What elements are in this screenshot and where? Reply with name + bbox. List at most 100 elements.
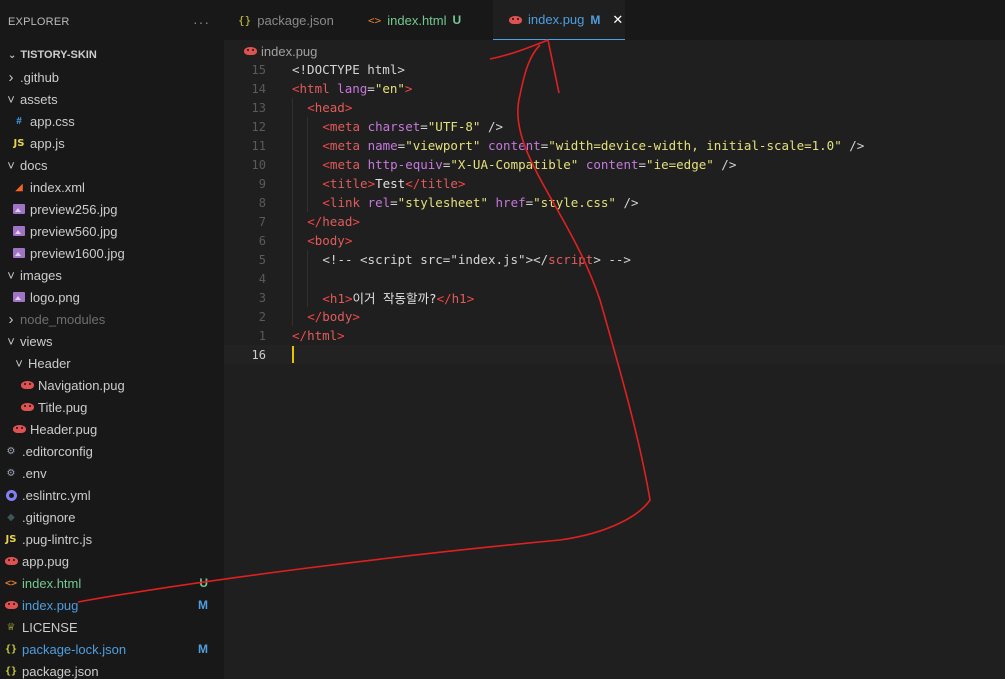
line-number: 1	[258, 328, 266, 343]
file-item[interactable]: index.pug M	[0, 594, 224, 616]
file-item[interactable]: JS .pug-lintrc.js	[0, 528, 224, 550]
indent-guide	[292, 174, 293, 193]
folder-item[interactable]: ˅ Header	[0, 352, 224, 374]
code-token: =	[638, 157, 647, 172]
code-token: <!DOCTYPE html>	[292, 62, 405, 77]
file-item[interactable]: {} package-lock.json M	[0, 638, 224, 660]
tree-item-label: .gitignore	[22, 509, 76, 525]
file-item[interactable]: ◢ index.xml	[0, 176, 224, 198]
folder-item[interactable]: ˅ docs	[0, 154, 224, 176]
workspace-root[interactable]: ⌄ TISTORY-SKIN	[0, 44, 224, 66]
chevron-right-icon: ›	[8, 310, 14, 328]
breadcrumb-file[interactable]: index.pug	[261, 44, 317, 59]
code-token: </	[307, 309, 323, 324]
more-actions-icon[interactable]: ···	[193, 14, 210, 30]
file-item[interactable]: logo.png	[0, 286, 224, 308]
indent-guide	[292, 212, 293, 231]
close-icon[interactable]: ✕	[612, 12, 623, 28]
folder-item[interactable]: ˅ views	[0, 330, 224, 352]
tree-item-label: assets	[20, 91, 58, 107]
git-icon: ◆	[7, 511, 15, 523]
file-item[interactable]: Navigation.pug	[0, 374, 224, 396]
code-token: =	[367, 81, 375, 96]
modified-badge: M	[590, 12, 601, 27]
js-icon: JS	[5, 533, 17, 545]
code-token: </	[436, 291, 452, 306]
line-number: 11	[251, 138, 266, 153]
line-source: <meta http-equiv = "X-UA-Compatible" conte…	[322, 157, 736, 172]
file-item[interactable]: <> index.html U	[0, 572, 224, 594]
pug-icon	[4, 601, 18, 609]
folder-item[interactable]: › node_modules	[0, 308, 224, 330]
indent-guide	[307, 250, 309, 269]
file-item[interactable]: ⚙ .editorconfig	[0, 440, 224, 462]
code-token: "viewport"	[405, 138, 481, 153]
text-cursor	[292, 346, 294, 363]
code-token: "en"	[374, 81, 405, 96]
folder-item[interactable]: › .github	[0, 66, 224, 88]
json-icon: {}	[4, 665, 18, 677]
line-source: <title>Test</title>	[322, 176, 465, 191]
file-item[interactable]: .eslintrc.yml	[0, 484, 224, 506]
line-source: <meta name="viewport" content="width=dev…	[322, 138, 864, 153]
file-item[interactable]: {} package.json	[0, 660, 224, 679]
code-token: =	[390, 195, 398, 210]
code-line: 16	[224, 345, 1005, 364]
code-token: html	[299, 81, 330, 96]
code-line: 12 <meta charset="UTF-8" />	[224, 117, 1005, 136]
code-token: >	[344, 291, 353, 306]
code-token: "X-UA-Compatible"	[450, 157, 579, 172]
file-item[interactable]: # app.css	[0, 110, 224, 132]
file-item[interactable]: Header.pug	[0, 418, 224, 440]
indent-guide	[307, 269, 309, 288]
code-token: meta	[329, 138, 361, 153]
tab-index-pug[interactable]: index.pug M ✕	[493, 0, 625, 40]
file-item[interactable]: ♕ LICENSE	[0, 616, 224, 638]
file-item[interactable]: Title.pug	[0, 396, 224, 418]
file-item[interactable]: preview256.jpg	[0, 198, 224, 220]
code-token: />	[615, 195, 639, 210]
code-line: 7 </head>	[224, 212, 1005, 231]
line-number: 14	[251, 81, 266, 96]
tree-item-label: LICENSE	[22, 619, 78, 635]
tree-item-label: index.html	[22, 575, 82, 591]
file-item[interactable]: ⚙ .env	[0, 462, 224, 484]
pug-icon	[12, 425, 26, 433]
file-item[interactable]: app.pug	[0, 550, 224, 572]
folder-item[interactable]: ˅ images	[0, 264, 224, 286]
file-item[interactable]: ◆ .gitignore	[0, 506, 224, 528]
code-editor[interactable]: 15 <!DOCTYPE html> 14 <html lang="en"> 13 <he…	[224, 60, 1005, 364]
line-number: 15	[251, 62, 266, 77]
tab-index-html[interactable]: <> index.html U	[356, 0, 493, 40]
chevron-down-icon: ˅	[15, 355, 23, 371]
modified-badge: M	[198, 642, 208, 656]
file-item[interactable]: JS app.js	[0, 132, 224, 154]
file-item[interactable]: preview1600.jpg	[0, 242, 224, 264]
code-token: <	[307, 233, 315, 248]
pug-icon	[244, 47, 257, 55]
code-token: />	[713, 157, 737, 172]
explorer-sidebar: EXPLORER ··· ⌄ TISTORY-SKIN › .github ˅ ass…	[0, 0, 224, 679]
code-token: html	[307, 328, 338, 343]
line-source: <h1>이거 작동할까?</h1>	[322, 288, 474, 307]
code-line: 2 </body>	[224, 307, 1005, 326]
html-icon: <>	[368, 13, 382, 27]
code-token: title	[329, 176, 368, 191]
tree-item-label: .github	[20, 69, 60, 85]
line-number: 12	[251, 119, 266, 134]
code-token: />	[841, 138, 865, 153]
code-token: meta	[329, 119, 361, 134]
tree-item-label: node_modules	[20, 311, 106, 327]
code-token: > -->	[593, 252, 631, 267]
file-item[interactable]: preview560.jpg	[0, 220, 224, 242]
folder-item[interactable]: ˅ assets	[0, 88, 224, 110]
workspace-root-label: TISTORY-SKIN	[20, 49, 97, 61]
code-token: >	[352, 214, 360, 229]
tab-package-json[interactable]: {} package.json	[224, 0, 356, 40]
code-token: </	[405, 176, 421, 191]
code-token: body	[314, 233, 345, 248]
code-line: 10 <meta http-equiv = "X-UA-Compatible" con…	[224, 155, 1005, 174]
tree-item-label: index.pug	[22, 597, 79, 613]
